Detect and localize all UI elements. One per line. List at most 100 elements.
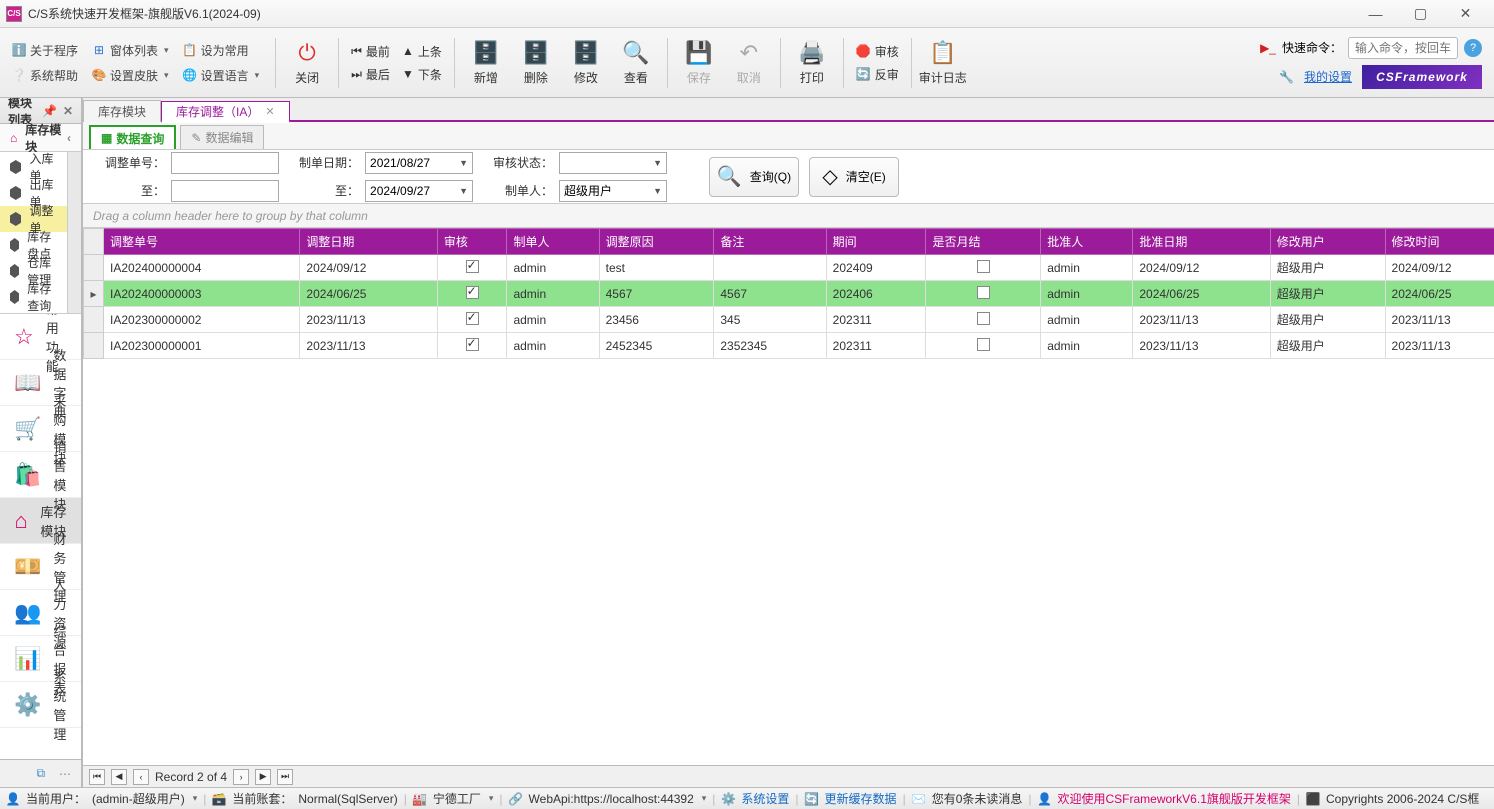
cell-remark: 345 [714, 307, 826, 333]
pager-prev[interactable]: ◀ [111, 769, 127, 785]
clear-button[interactable]: ◇清空(E) [809, 157, 899, 197]
save-button[interactable]: 💾保存 [674, 33, 724, 93]
about-menu[interactable]: ℹ️关于程序 [8, 40, 82, 61]
col-header-0[interactable]: 调整单号 [104, 229, 300, 255]
col-header-6[interactable]: 期间 [826, 229, 926, 255]
tree-item-5[interactable]: 库存查询 [0, 284, 67, 310]
tree-scrollbar[interactable] [67, 152, 81, 313]
add-button[interactable]: 🗄️新增 [461, 33, 511, 93]
col-header-7[interactable]: 是否月结 [926, 229, 1041, 255]
copy-icon[interactable]: ⧉ [36, 766, 45, 781]
status-refresh[interactable]: 更新缓存数据 [825, 790, 897, 807]
cancel-button[interactable]: ↶取消 [724, 33, 774, 93]
chevron-down-icon[interactable]: ▾ [193, 793, 198, 804]
reject-button[interactable]: 🔄反审 [856, 66, 899, 83]
chevron-down-icon[interactable]: ▾ [489, 793, 494, 804]
skin-menu[interactable]: 🎨设置皮肤▾ [88, 65, 173, 86]
nav-section-1[interactable]: 📖数据字典 [0, 360, 81, 406]
nav-section-6[interactable]: 👥人力资源 [0, 590, 81, 636]
sidebar: 模块列表 📌 ✕ ⌂ 库存模块 ‹ 入库单出库单调整单库存盘点仓库管理库存查询 … [0, 98, 82, 787]
quickcmd-help[interactable]: ? [1464, 39, 1482, 57]
nav-section-8[interactable]: ⚙️系统管理 [0, 682, 81, 728]
nav-section-4[interactable]: ⌂库存模块 [0, 498, 81, 544]
setcommon-menu[interactable]: 📋设为常用 [179, 40, 264, 61]
edit-button[interactable]: 🗄️修改 [561, 33, 611, 93]
save-icon: 💾 [685, 39, 713, 67]
status-messages[interactable]: 您有0条未读消息 [932, 790, 1023, 807]
clear-label: 清空(E) [846, 168, 886, 185]
nav-last[interactable]: ⏭最后 [351, 66, 390, 83]
minimize-button[interactable]: — [1353, 3, 1398, 25]
query-label: 查询(Q) [750, 168, 791, 185]
query-button[interactable]: 🔍查询(Q) [709, 157, 799, 197]
combo-maker[interactable]: 超级用户▼ [559, 180, 667, 202]
pager-prevpage[interactable]: ‹ [133, 769, 149, 785]
close-button[interactable]: ⏻关闭 [282, 33, 332, 93]
col-header-5[interactable]: 备注 [714, 229, 826, 255]
doc-tab-1[interactable]: 库存调整（IA）✕ [161, 101, 290, 123]
approve-button[interactable]: 🛑审核 [856, 43, 899, 60]
nav-first[interactable]: ⏮最前 [351, 43, 390, 60]
nav-section-3[interactable]: 🛍️销售模块 [0, 452, 81, 498]
col-header-2[interactable]: 审核 [437, 229, 507, 255]
input-docno-to[interactable] [171, 180, 279, 202]
close-window-button[interactable]: ✕ [1443, 3, 1488, 25]
panel-header-inventory[interactable]: ⌂ 库存模块 ‹ [0, 124, 81, 152]
nav-section-2[interactable]: 🛒采购模块 [0, 406, 81, 452]
my-settings-link[interactable]: 我的设置 [1304, 68, 1352, 85]
nav-next[interactable]: ▼下条 [402, 66, 442, 83]
section-icon: 📊 [14, 645, 41, 673]
table-row[interactable]: IA2023000000012023/11/13admin24523452352… [84, 333, 1494, 359]
view-button[interactable]: 🔍查看 [611, 33, 661, 93]
combo-status[interactable]: ▼ [559, 152, 667, 174]
col-header-8[interactable]: 批准人 [1041, 229, 1133, 255]
col-header-11[interactable]: 修改时间 [1385, 229, 1494, 255]
nav-section-0[interactable]: ☆常用功能 [0, 314, 81, 360]
nav-section-7[interactable]: 📊综合报表 [0, 636, 81, 682]
pager-next[interactable]: ▶ [255, 769, 271, 785]
maximize-button[interactable]: ▢ [1398, 3, 1443, 25]
cell-approved [437, 281, 507, 307]
status-syssettings[interactable]: 系统设置 [741, 790, 789, 807]
auditlog-button[interactable]: 📋审计日志 [918, 33, 968, 93]
edit-label: 修改 [574, 69, 598, 86]
pager-nextpage[interactable]: › [233, 769, 249, 785]
tab-data-query[interactable]: ▦数据查询 [89, 125, 176, 149]
cell-approver: admin [1041, 307, 1133, 333]
close-panel-icon[interactable]: ✕ [63, 104, 73, 118]
reject-label: 反审 [875, 66, 899, 83]
nav-prev[interactable]: ▲上条 [402, 43, 442, 60]
print-button[interactable]: 🖨️打印 [787, 33, 837, 93]
add-label: 新增 [474, 69, 498, 86]
chevron-down-icon[interactable]: ▾ [702, 793, 707, 804]
col-header-10[interactable]: 修改用户 [1270, 229, 1385, 255]
combo-date-from[interactable]: 2021/08/27▼ [365, 152, 473, 174]
delete-button[interactable]: 🗄️删除 [511, 33, 561, 93]
table-row[interactable]: ▸IA2024000000032024/06/25admin4567456720… [84, 281, 1494, 307]
col-header-1[interactable]: 调整日期 [300, 229, 437, 255]
col-header-9[interactable]: 批准日期 [1133, 229, 1270, 255]
col-header-4[interactable]: 调整原因 [599, 229, 714, 255]
table-row[interactable]: IA2023000000022023/11/13admin23456345202… [84, 307, 1494, 333]
nav-section-5[interactable]: 💴财务管理 [0, 544, 81, 590]
tab-close-icon[interactable]: ✕ [265, 105, 274, 118]
pager-first[interactable]: ⏮ [89, 769, 105, 785]
more-icon[interactable]: ⋯ [59, 767, 71, 781]
pager-last[interactable]: ⏭ [277, 769, 293, 785]
link-icon: 🔗 [509, 792, 523, 806]
combo-date-to[interactable]: 2024/09/27▼ [365, 180, 473, 202]
quickcmd-input[interactable] [1348, 37, 1458, 59]
tab-data-edit[interactable]: ✎数据编辑 [180, 125, 264, 149]
group-bar[interactable]: Drag a column header here to group by th… [83, 204, 1494, 228]
audit-label: 审计日志 [919, 69, 967, 86]
checkbox-icon [977, 338, 990, 351]
input-docno[interactable] [171, 152, 279, 174]
doc-tab-0[interactable]: 库存模块 [83, 100, 161, 122]
table-row[interactable]: IA2024000000042024/09/12admintest202409a… [84, 255, 1494, 281]
lang-menu[interactable]: 🌐设置语言▾ [179, 65, 264, 86]
col-header-3[interactable]: 制单人 [507, 229, 599, 255]
pin-icon[interactable]: 📌 [42, 104, 57, 118]
cell-approver: admin [1041, 281, 1133, 307]
help-menu[interactable]: ❔系统帮助 [8, 65, 82, 86]
forms-menu[interactable]: ⊞窗体列表▾ [88, 40, 173, 61]
